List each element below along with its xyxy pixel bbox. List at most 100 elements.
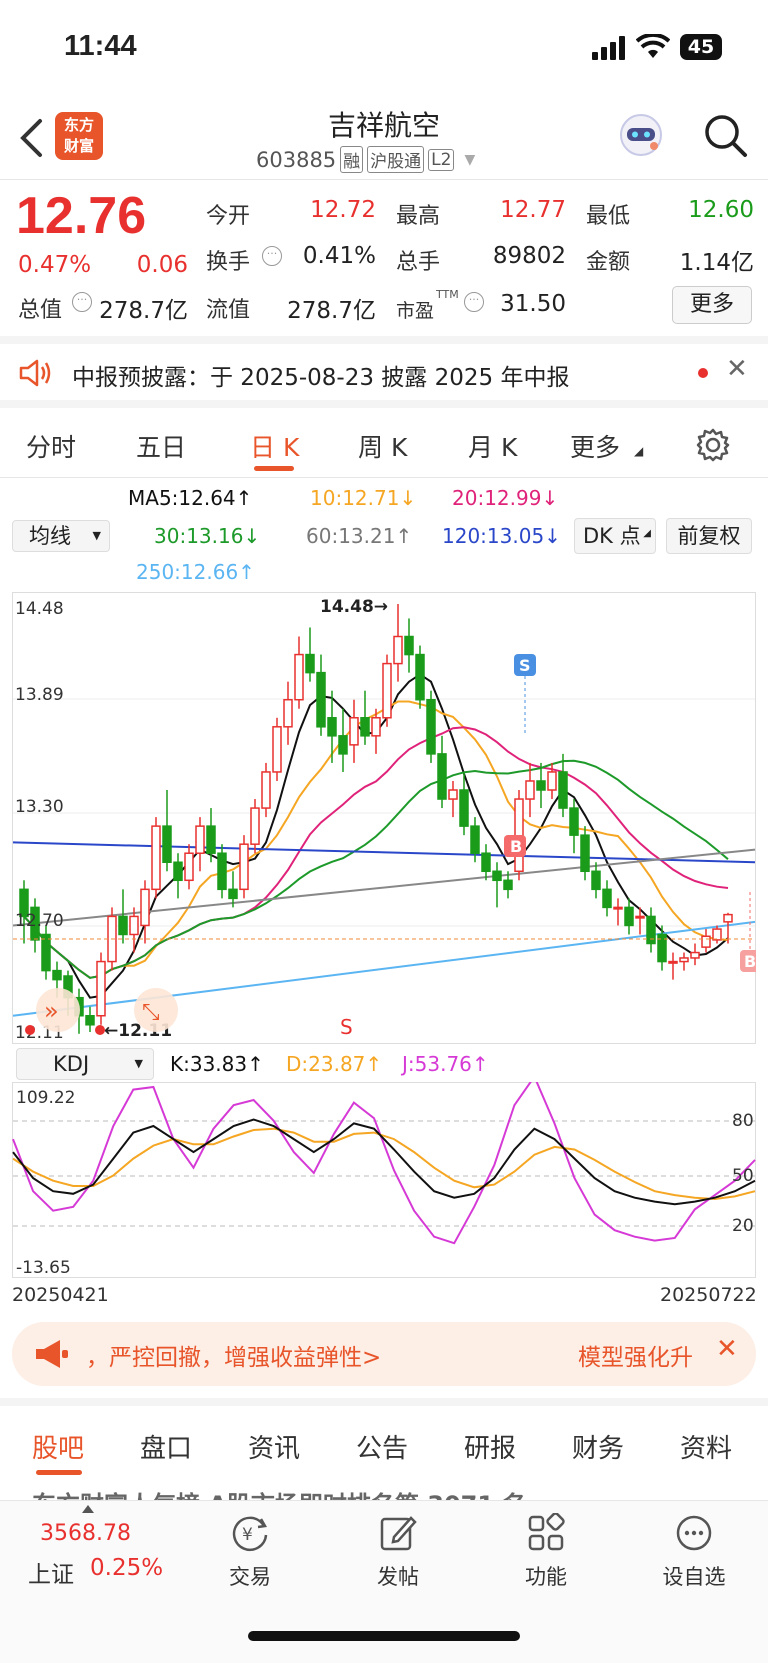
candle [272, 717, 282, 781]
settings-gear-icon[interactable] [696, 428, 730, 462]
speaker-icon [19, 359, 51, 387]
banner-right-text: 模型强化升 [578, 1345, 693, 1371]
svg-text:¥: ¥ [242, 1525, 253, 1545]
svg-text:B: B [744, 952, 756, 971]
nav-functions[interactable]: 功能 [486, 1512, 606, 1591]
ma120-value: 120:13.05↓ [442, 524, 561, 548]
marker-dot [25, 1025, 35, 1035]
mcap-value: 278.7亿 [99, 298, 188, 324]
peek-row: 东方财富人气榜 A股市场即时排名第 3071 名 [32, 1488, 732, 1500]
y-label-3: 13.30 [15, 797, 64, 817]
tab-announcements[interactable]: 公告 [356, 1428, 408, 1465]
yuan-circle-icon: ¥ [232, 1516, 268, 1552]
dk-point-button[interactable]: DK 点 ◢ [574, 518, 656, 554]
volume-value: 89802 [492, 243, 566, 269]
tab-monthly-k[interactable]: 月 K [468, 428, 517, 464]
tab-more[interactable]: 更多 [570, 428, 620, 464]
index-name: 上证 [28, 1562, 74, 1588]
tab-research[interactable]: 研报 [464, 1428, 516, 1465]
low-label: 最低 [586, 204, 631, 229]
promo-banner[interactable]: ，严控回撤，增强收益弹性> 模型强化升 ✕ [12, 1322, 756, 1386]
nav-watchlist[interactable]: 设自选 [634, 1513, 754, 1591]
search-icon[interactable] [702, 112, 748, 158]
robot-assistant-icon[interactable] [616, 110, 666, 160]
wifi-icon [636, 34, 670, 58]
open-label: 今开 [206, 204, 251, 229]
tab-intraday[interactable]: 分时 [26, 428, 76, 464]
tab-five-day[interactable]: 五日 [136, 428, 186, 464]
grid-icon [528, 1512, 565, 1551]
candle [382, 654, 392, 727]
svg-text:⤡: ⤡ [142, 1000, 160, 1025]
candlestick-chart[interactable]: 14.48 13.89 13.30 12.70 12.11 14.48→ ←12… [12, 592, 756, 1044]
banner-text: ，严控回撤，增强收益弹性> [86, 1345, 382, 1371]
tag-connect: 沪股通 [367, 146, 425, 173]
change-amount: 0.06 [136, 252, 188, 278]
tab-forum[interactable]: 股吧 [32, 1428, 84, 1465]
info-icon[interactable]: ··· [72, 292, 92, 312]
notice-bar[interactable]: 中报预披露：于 2025-08-23 披露 2025 年中报 ✕ [0, 336, 768, 408]
more-button[interactable]: 更多 [672, 286, 752, 324]
stock-header: 东方 财富 吉祥航空 603885 融 沪股通 L2 ▼ [0, 96, 768, 180]
y-label-4: 12.70 [15, 911, 64, 931]
info-icon[interactable]: ··· [262, 246, 282, 266]
close-icon[interactable]: ✕ [716, 1334, 738, 1364]
high-label: 最高 [396, 204, 441, 229]
index-value: 3568.78 [40, 1521, 131, 1546]
unread-dot [698, 368, 708, 378]
tab-weekly-k[interactable]: 周 K [358, 428, 407, 464]
tab-news[interactable]: 资讯 [248, 1428, 300, 1465]
caret-icon: ◢ [634, 444, 644, 458]
buy-signal-marker[interactable]: B [504, 835, 526, 857]
clock: 11:44 [64, 30, 137, 62]
high-value: 12.77 [500, 197, 566, 223]
kdj-y-top: 109.22 [16, 1088, 75, 1108]
ma10-value: 10:12.71↓ [310, 486, 417, 510]
close-icon[interactable]: ✕ [726, 354, 748, 384]
nav-post[interactable]: 发帖 [338, 1513, 458, 1591]
more-dots-icon [676, 1515, 712, 1551]
quote-panel: 12.76 0.47% 0.06 今开 12.72 最高 12.77 最低 12… [0, 182, 768, 336]
svg-text:B: B [510, 837, 522, 856]
last-price: 12.76 [16, 187, 147, 245]
change-percent: 0.47% [18, 252, 92, 278]
caret-down-icon: ▼ [134, 1057, 143, 1070]
ma-legend: MA5:12.64↑ 10:12.71↓ 20:12.99↓ 均线 ▼ 30:13… [0, 478, 768, 588]
nav-trade[interactable]: ¥ 交易 [190, 1513, 310, 1591]
caret-down-icon: ▼ [92, 529, 101, 542]
low-value: 12.60 [688, 197, 754, 223]
stock-code-row[interactable]: 603885 融 沪股通 L2 ▼ [256, 146, 475, 173]
expand-left-icon[interactable]: » [36, 988, 80, 1032]
float-cap-label: 流值 [206, 298, 251, 323]
tab-orderbook[interactable]: 盘口 [140, 1428, 192, 1465]
tab-financials[interactable]: 财务 [572, 1428, 624, 1465]
kdj-line-20: 20 [732, 1216, 754, 1236]
indicator-selector[interactable]: 均线 ▼ [12, 520, 110, 552]
ma30-value: 30:13.16↓ [154, 524, 261, 548]
kdj-k-value: K:33.83↑ [170, 1052, 264, 1076]
amount-label: 金额 [586, 250, 631, 275]
svg-text:»: » [44, 997, 59, 1025]
tab-profile[interactable]: 资料 [680, 1428, 732, 1465]
fullscreen-icon[interactable]: ⤡ [134, 988, 178, 1032]
triangle-up-icon [82, 1505, 94, 1513]
adjust-button[interactable]: 前复权 [666, 518, 752, 554]
megaphone-icon [36, 1340, 68, 1368]
caret-down-icon: ▼ [464, 151, 476, 168]
tag-margin: 融 [340, 146, 364, 173]
bottom-nav: 3568.78 上证 0.25% ¥ 交易 发帖 功能 设自选 [0, 1500, 768, 1663]
high-marker: 14.48→ [320, 597, 388, 617]
x-axis-start: 20250421 [12, 1284, 109, 1306]
chart-period-tabs: 分时 五日 日 K 周 K 月 K 更多 ◢ [0, 408, 768, 478]
ma5-value: MA5:12.64↑ [128, 486, 253, 510]
kdj-selector[interactable]: KDJ ▼ [16, 1048, 154, 1080]
stock-code: 603885 [256, 147, 337, 172]
candle [96, 952, 106, 1025]
tab-daily-k[interactable]: 日 K [250, 428, 299, 464]
turnover-label: 换手 [206, 250, 251, 275]
kdj-d-value: D:23.87↑ [286, 1052, 383, 1076]
kdj-chart[interactable]: 109.22 -13.65 80 50 20 [12, 1082, 756, 1278]
kdj-line-80: 80 [732, 1111, 754, 1131]
notice-text: 中报预披露：于 2025-08-23 披露 2025 年中报 [72, 365, 570, 391]
ma60-value: 60:13.21↑ [306, 524, 413, 548]
